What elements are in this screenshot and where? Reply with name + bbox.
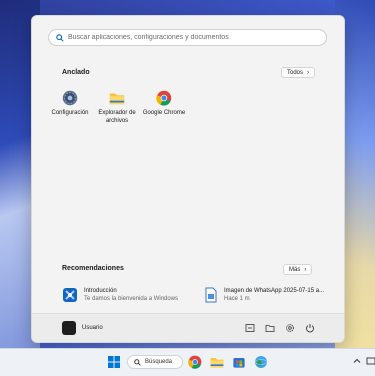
taskbar-search-label: Búsqueda <box>145 359 173 365</box>
recommendation-item[interactable]: Imagen de WhatsApp 2025-07-15 a... Hace … <box>204 287 324 303</box>
power-icon[interactable] <box>305 323 315 333</box>
store-icon[interactable] <box>231 354 247 370</box>
recommendation-title: Imagen de WhatsApp 2025-07-15 a... <box>224 288 325 294</box>
windows-intro-icon <box>63 288 77 302</box>
chevron-right-icon: › <box>307 69 310 76</box>
recommendation-subtitle: Hace 1 m <box>224 296 250 303</box>
more-button[interactable]: Más › <box>283 264 313 275</box>
pinned-app-configuracion[interactable]: Configuración <box>46 89 94 118</box>
search-box[interactable] <box>48 29 327 46</box>
pinned-app-label: Google Chrome <box>142 110 186 116</box>
globe-network-icon[interactable] <box>253 354 269 370</box>
start-menu: Anclado Todos › Configuración Explorador… <box>31 15 345 343</box>
recommendation-item[interactable]: Introducción Te damos la bienvenida a Wi… <box>62 287 178 303</box>
settings-gear-icon <box>61 89 79 107</box>
chevron-up-icon[interactable] <box>352 356 362 366</box>
pinned-app-chrome[interactable]: Google Chrome <box>140 89 188 118</box>
avatar <box>62 321 76 335</box>
documents-icon[interactable] <box>245 323 255 333</box>
pinned-app-explorador[interactable]: Explorador de archivos <box>93 89 141 125</box>
folder-icon <box>108 89 126 107</box>
taskbar-search[interactable]: Búsqueda <box>127 355 183 369</box>
more-label: Más <box>289 266 301 273</box>
settings-icon[interactable] <box>285 323 295 333</box>
pinned-app-label: Explorador de archivos <box>98 110 136 124</box>
file-explorer-icon[interactable] <box>209 354 225 370</box>
user-account-button[interactable]: Usuario <box>62 321 103 335</box>
pinned-app-label: Configuración <box>51 110 89 116</box>
search-icon <box>56 33 64 42</box>
document-icon <box>205 287 217 303</box>
network-status-icon[interactable] <box>366 356 375 366</box>
chrome-icon[interactable] <box>187 354 203 370</box>
chrome-icon <box>155 89 173 107</box>
all-apps-button[interactable]: Todos › <box>281 67 316 78</box>
windows-start-icon[interactable] <box>106 354 122 370</box>
chevron-right-icon: › <box>304 266 307 273</box>
search-input[interactable] <box>68 34 326 41</box>
all-apps-label: Todos <box>287 69 304 76</box>
taskbar: Búsqueda <box>0 348 375 376</box>
pinned-title: Anclado <box>62 69 90 76</box>
recommendations-title: Recomendaciones <box>62 265 124 272</box>
folder-outline-icon[interactable] <box>265 323 275 333</box>
user-name: Usuario <box>82 325 103 331</box>
search-icon <box>134 358 141 366</box>
start-footer: Usuario <box>32 313 344 342</box>
recommendation-subtitle: Te damos la bienvenida a Windows <box>84 296 179 303</box>
recommendation-title: Introducción <box>84 288 117 294</box>
